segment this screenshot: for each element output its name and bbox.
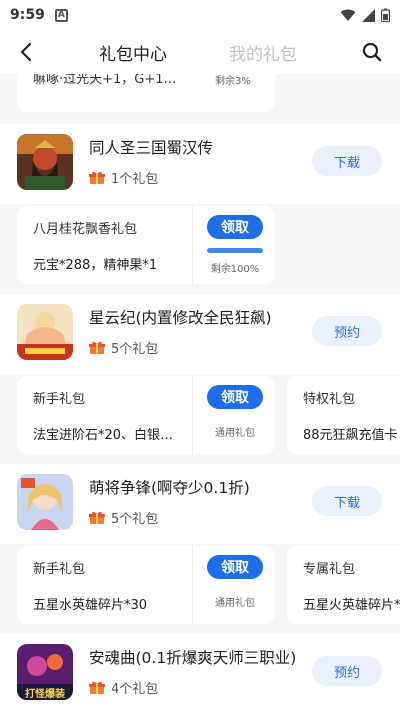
pack-description: 法宝进阶石*20、白银…	[33, 428, 174, 443]
status-time: 9:59	[10, 7, 45, 23]
card-divider	[192, 546, 193, 624]
gift-count-label: 5个礼包	[111, 512, 159, 527]
game-item[interactable]: 萌将争锋(啊夺少0.1折) 5个礼包 下载	[0, 464, 400, 544]
download-button[interactable]: 下载	[312, 146, 382, 176]
pack-name: 新手礼包	[33, 562, 86, 577]
pack-remaining: 剩余100%	[210, 264, 260, 275]
fairy-game-icon	[17, 304, 73, 360]
card-divider	[192, 206, 193, 284]
gift-count: 5个礼包	[89, 508, 158, 527]
tab-gift-center[interactable]: 礼包中心	[99, 40, 167, 65]
wifi-icon	[340, 9, 356, 21]
gift-pack-card[interactable]: 新手礼包 法宝进阶石*20、白银… 领取 通用礼包	[17, 376, 275, 454]
pack-description: 五星水英雄碎片*30	[33, 598, 148, 613]
claim-button[interactable]: 领取	[207, 555, 263, 579]
download-button[interactable]: 下载	[312, 486, 382, 516]
gift-count-label: 5个礼包	[111, 342, 159, 357]
gift-count-label: 1个礼包	[111, 172, 159, 187]
status-bar: 9:59 A	[0, 0, 400, 30]
top-nav: 礼包中心 我的礼包	[0, 30, 400, 74]
pack-name: 特权礼包	[303, 392, 356, 407]
gift-pack-card[interactable]: 八月桂花飘香礼包 元宝*288，精神果*1 领取 剩余100%	[17, 206, 275, 284]
gift-count: 4个礼包	[89, 678, 158, 697]
pack-type: 通用礼包	[215, 598, 255, 609]
gift-pack-card[interactable]: 特权礼包 88元狂飙充值卡	[287, 376, 400, 454]
reserve-button[interactable]: 预约	[312, 656, 382, 686]
gift-icon	[89, 511, 105, 524]
reserve-button[interactable]: 预约	[312, 316, 382, 346]
poster-caption: 打怪爆装	[25, 689, 65, 700]
pack-description: 五星火英雄碎片*	[303, 598, 400, 613]
pack-name: 专属礼包	[303, 562, 356, 577]
guan-yu-portrait-icon	[17, 134, 73, 190]
game-poster-icon: 打怪爆装	[17, 644, 73, 700]
claim-button[interactable]: 领取	[207, 215, 263, 239]
gift-icon	[89, 681, 105, 694]
gift-icon	[89, 171, 105, 184]
pack-description: 88元狂飙充值卡	[303, 428, 398, 443]
claim-button[interactable]: 领取	[207, 385, 263, 409]
game-item[interactable]: 同人圣三国蜀汉传 1个礼包 下载	[0, 124, 400, 204]
pack-name: 八月桂花飘香礼包	[33, 222, 138, 237]
pack-name: 新手礼包	[33, 392, 86, 407]
gift-list[interactable]: 嘛啄·过光天+1，G+1… 剩余3% 同人圣三国蜀汉传 1个礼包 下载 八月桂花…	[0, 74, 400, 710]
progress-fill	[207, 248, 263, 253]
gift-icon	[89, 341, 105, 354]
chevron-left-icon	[20, 42, 32, 62]
pack-description: 嘛啄·过光天+1，G+1…	[33, 74, 177, 87]
notification-icon: A	[54, 8, 68, 22]
anime-girl-icon	[17, 474, 73, 530]
gift-count: 1个礼包	[89, 168, 158, 187]
back-button[interactable]	[12, 38, 40, 66]
tab-my-gifts[interactable]: 我的礼包	[229, 40, 297, 65]
game-title: 萌将争锋(啊夺少0.1折)	[89, 479, 250, 497]
search-button[interactable]	[358, 38, 386, 66]
game-title: 同人圣三国蜀汉传	[89, 139, 214, 157]
gift-pack-card[interactable]: 新手礼包 五星水英雄碎片*30 领取 通用礼包	[17, 546, 275, 624]
game-item[interactable]: 打怪爆装 安魂曲(0.1折爆爽天师三职业) 4个礼包 预约	[0, 634, 400, 710]
battery-icon	[381, 8, 390, 22]
pack-row: 新手礼包 法宝进阶石*20、白银… 领取 通用礼包 特权礼包 88元狂飙充值卡	[0, 376, 400, 454]
remaining-progress-bar	[207, 248, 263, 253]
pack-row: 八月桂花飘香礼包 元宝*288，精神果*1 领取 剩余100%	[0, 206, 400, 284]
game-item[interactable]: 星云纪(内置修改全民狂飙) 5个礼包 预约	[0, 294, 400, 374]
gift-pack-card[interactable]: 专属礼包 五星火英雄碎片*	[287, 546, 400, 624]
signal-icon	[362, 8, 375, 22]
pack-remaining: 剩余3%	[215, 76, 251, 87]
search-icon	[362, 42, 382, 62]
gift-count: 5个礼包	[89, 338, 158, 357]
gift-count-label: 4个礼包	[111, 682, 159, 697]
card-divider	[192, 376, 193, 454]
game-title: 星云纪(内置修改全民狂飙)	[89, 309, 272, 327]
gift-pack-card[interactable]: 嘛啄·过光天+1，G+1… 剩余3%	[17, 74, 275, 112]
game-title: 安魂曲(0.1折爆爽天师三职业)	[89, 649, 297, 667]
pack-description: 元宝*288，精神果*1	[33, 258, 158, 273]
pack-type: 通用礼包	[215, 428, 255, 439]
pack-row: 新手礼包 五星水英雄碎片*30 领取 通用礼包 专属礼包 五星火英雄碎片*	[0, 546, 400, 624]
